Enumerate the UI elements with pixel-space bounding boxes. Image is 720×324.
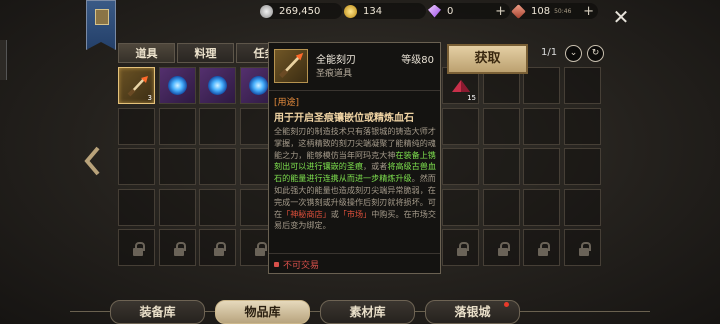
inventory-slot[interactable] <box>442 188 479 226</box>
market-link[interactable]: 「市场」 <box>339 209 371 219</box>
silver-coin-icon <box>260 4 273 18</box>
nav-material-storage[interactable]: 素材库 <box>320 300 415 324</box>
tooltip-divider <box>269 90 440 91</box>
blue-orb-icon <box>167 76 187 95</box>
add-stamina-button[interactable]: + <box>583 4 594 19</box>
inventory-slot[interactable] <box>158 229 196 266</box>
item-count: 15 <box>467 94 476 102</box>
inventory-slot[interactable] <box>523 67 560 104</box>
inventory-slot[interactable] <box>118 148 155 185</box>
inventory-slot[interactable] <box>199 107 236 145</box>
inventory-slot[interactable] <box>482 148 520 185</box>
inventory-slot[interactable] <box>199 67 236 104</box>
trade-status-label: 不可交易 <box>283 261 320 271</box>
tooltip-item-category: 圣痕道具 <box>316 69 353 79</box>
inventory-slot[interactable] <box>442 148 479 185</box>
close-icon[interactable]: ✕ <box>611 7 631 27</box>
shop-link[interactable]: 「神秘商店」 <box>282 209 331 219</box>
item-tooltip: 全能刻刃 圣痕道具 等级80 [用途] 用于开启圣痕镶嵌位或精炼血石 全能刻刃的… <box>268 42 441 274</box>
notification-dot <box>504 302 509 307</box>
inventory-slot[interactable] <box>199 188 236 226</box>
refresh-icon[interactable]: ↻ <box>587 45 604 62</box>
add-diamond-button[interactable]: + <box>495 4 506 19</box>
desc-text: 或 <box>330 208 339 219</box>
tab-cooking[interactable]: 料理 <box>177 43 234 63</box>
currency-diamond: 0 + <box>428 3 510 19</box>
inventory-slot[interactable] <box>158 107 196 145</box>
get-button[interactable]: 获取 <box>447 44 528 74</box>
previous-page-arrow-icon[interactable] <box>84 146 102 176</box>
currency-stamina: 108 50:46 + <box>511 3 598 19</box>
inventory-slot[interactable] <box>523 229 560 266</box>
inventory-slot[interactable] <box>199 148 236 185</box>
tooltip-usage: 用于开启圣痕镶嵌位或精炼血石 <box>274 113 414 124</box>
gold-amount: 134 <box>363 5 383 17</box>
item-count: 3 <box>147 94 152 102</box>
inventory-slot[interactable] <box>158 67 196 104</box>
inventory-slot[interactable] <box>563 188 601 226</box>
stamina-amount: 108 <box>531 5 551 17</box>
currency-gold: 134 <box>344 3 426 19</box>
nav-item-storage[interactable]: 物品库 <box>215 300 310 324</box>
tooltip-trade-status: 不可交易 <box>274 258 319 271</box>
chevron-down-icon[interactable]: ⌄ <box>565 45 582 62</box>
tooltip-item-icon <box>274 49 308 83</box>
lock-icon <box>274 262 279 267</box>
gold-coin-icon <box>344 4 357 18</box>
inventory-slot[interactable] <box>563 229 601 266</box>
inventory-slot[interactable] <box>118 107 155 145</box>
inventory-slot[interactable] <box>118 188 155 226</box>
inventory-slot[interactable] <box>523 148 560 185</box>
blood-stone-icon <box>452 80 470 92</box>
inventory-slot[interactable] <box>563 67 601 104</box>
inventory-slot[interactable] <box>118 229 155 266</box>
inventory-slot[interactable] <box>482 107 520 145</box>
inventory-slot[interactable] <box>482 229 520 266</box>
silver-amount: 269,450 <box>279 5 321 17</box>
inventory-slot[interactable] <box>442 229 479 266</box>
blue-orb-icon <box>248 76 268 95</box>
nav-equipment-storage[interactable]: 装备库 <box>110 300 205 324</box>
inventory-slot[interactable] <box>199 229 236 266</box>
inventory-slot[interactable] <box>523 107 560 145</box>
tooltip-item-name: 全能刻刃 <box>316 55 356 66</box>
desc-text: ，或者 <box>363 161 388 172</box>
side-panel-handle[interactable] <box>0 40 7 80</box>
stamina-timer: 50:46 <box>554 7 572 15</box>
inventory-slot[interactable] <box>523 188 560 226</box>
blue-orb-icon <box>208 76 227 95</box>
tooltip-divider <box>269 253 440 254</box>
currency-silver: 269,450 <box>260 3 342 19</box>
inventory-slot[interactable] <box>563 107 601 145</box>
inventory-slot[interactable] <box>563 148 601 185</box>
inventory-slot[interactable] <box>158 188 196 226</box>
inventory-slot[interactable] <box>158 148 196 185</box>
page-indicator: 1/1 <box>541 47 558 58</box>
tooltip-item-level: 等级80 <box>401 55 434 66</box>
tooltip-description: 全能刻刃的制造技术只有落银城的铸造大师才掌握，这柄精致的刻刀尖端凝聚了能精纯的魂… <box>274 126 437 232</box>
tab-props[interactable]: 道具 <box>118 43 175 63</box>
engraving-blade-icon <box>127 76 148 97</box>
inventory-slot[interactable] <box>482 188 520 226</box>
inventory-slot[interactable]: 3 <box>118 67 155 104</box>
inventory-slot[interactable] <box>442 107 479 145</box>
tooltip-usage-tag: [用途] <box>274 98 300 108</box>
diamond-amount: 0 <box>447 5 454 17</box>
